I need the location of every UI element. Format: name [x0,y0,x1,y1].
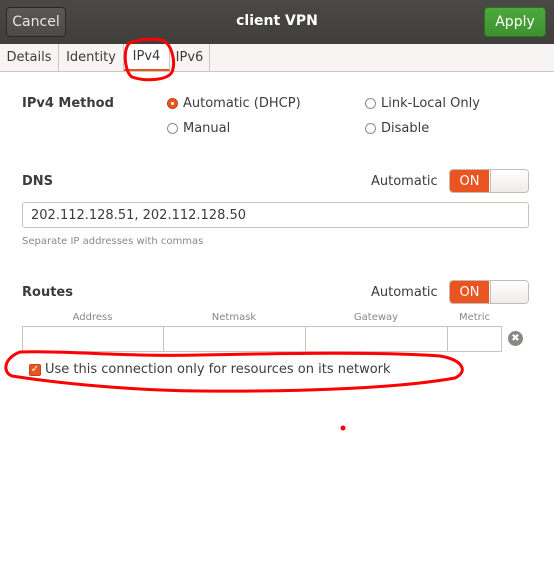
route-metric-input[interactable] [447,326,502,352]
only-resources-label[interactable]: Use this connection only for resources o… [45,362,391,377]
red-dot-annotation [340,425,346,431]
routes-automatic-toggle[interactable]: ON [449,280,529,304]
tab-ipv6[interactable]: IPv6 [170,44,210,71]
route-netmask-input[interactable] [163,326,306,352]
routes-column-metric: Metric [458,312,491,323]
routes-automatic-label: Automatic [371,285,438,300]
radio-manual[interactable] [167,123,178,134]
routes-toggle-knob [490,281,528,303]
routes-column-netmask: Netmask [211,312,257,323]
clear-route-icon[interactable]: ✖ [508,331,523,346]
dns-hint: Separate IP addresses with commas [22,236,204,247]
tab-details[interactable]: Details [0,44,59,71]
ipv4-method-label: IPv4 Method [22,96,114,111]
routes-column-address: Address [72,312,113,323]
dns-toggle-on-label: ON [450,170,489,192]
radio-link-local-only-label[interactable]: Link-Local Only [381,96,480,111]
tab-ipv4[interactable]: IPv4 [124,44,170,71]
routes-toggle-on-label: ON [450,281,489,303]
routes-column-gateway: Gateway [353,312,399,323]
radio-automatic-dhcp[interactable] [167,98,178,109]
radio-automatic-dhcp-label[interactable]: Automatic (DHCP) [183,96,301,111]
radio-manual-label[interactable]: Manual [183,121,230,136]
radio-link-local-only[interactable] [365,98,376,109]
dns-toggle-knob [490,170,528,192]
route-gateway-input[interactable] [305,326,448,352]
dns-automatic-toggle[interactable]: ON [449,169,529,193]
dns-label: DNS [22,174,54,189]
routes-label: Routes [22,285,73,300]
radio-disable-label[interactable]: Disable [381,121,429,136]
route-address-input[interactable] [22,326,164,352]
dns-automatic-label: Automatic [371,174,438,189]
only-resources-checkbox[interactable]: ✓ [29,364,41,376]
radio-disable[interactable] [365,123,376,134]
dns-servers-input[interactable]: 202.112.128.51, 202.112.128.50 [22,202,529,228]
apply-button[interactable]: Apply [484,7,546,37]
tab-bar: Details Identity IPv4 IPv6 [0,44,554,72]
tab-identity[interactable]: Identity [59,44,124,71]
dialog-title: client VPN [236,13,318,29]
header-bar: Cancel client VPN Apply [0,0,554,45]
